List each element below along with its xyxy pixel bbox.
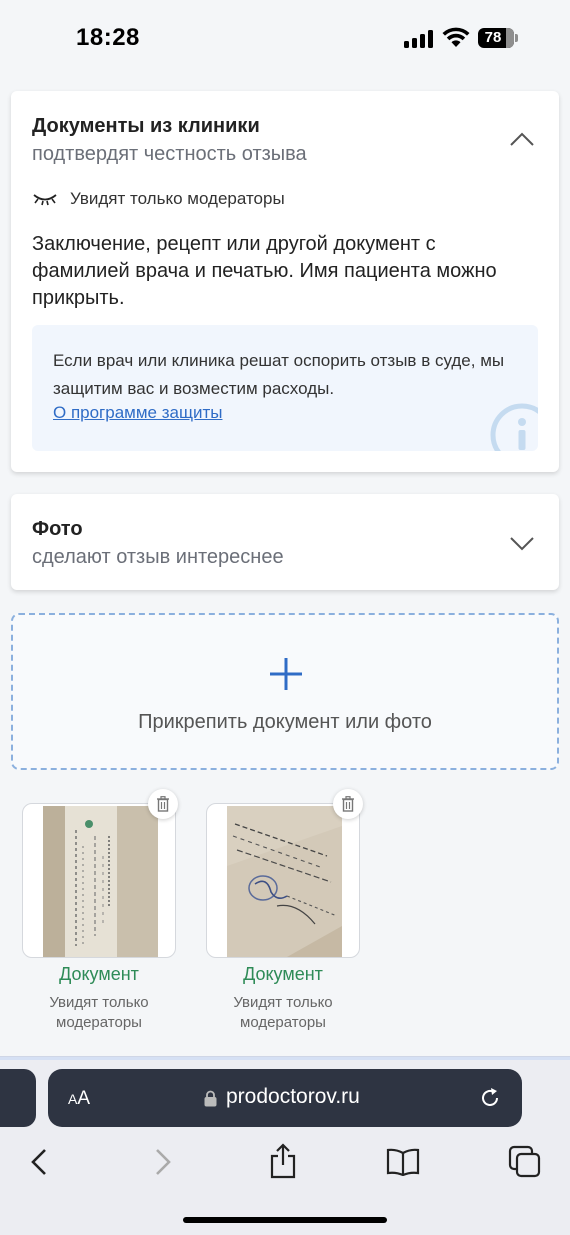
document-photo bbox=[43, 806, 158, 957]
status-time: 18:28 bbox=[76, 24, 140, 51]
documents-description: Заключение, рецепт или другой документ с… bbox=[32, 233, 497, 309]
delete-attachment-button[interactable] bbox=[333, 789, 363, 819]
attachment-thumbnail[interactable] bbox=[206, 803, 360, 958]
bookmarks-icon[interactable] bbox=[386, 1148, 420, 1176]
attachment-type-label: Документ bbox=[243, 964, 323, 984]
attachment-type-label: Документ bbox=[59, 964, 139, 984]
attachment-visibility: Увидят только модераторы bbox=[49, 994, 149, 1031]
photo-card[interactable]: Фото сделают отзыв интереснее bbox=[11, 494, 559, 590]
trash-icon bbox=[342, 796, 354, 812]
attachment-visibility: Увидят только модераторы bbox=[233, 994, 333, 1031]
attach-file-label: Прикрепить документ или фото bbox=[138, 711, 432, 733]
home-indicator bbox=[183, 1217, 387, 1223]
photo-card-subtitle: сделают отзыв интереснее bbox=[32, 546, 284, 568]
attachment-caption: Документ Увидят только модераторы bbox=[22, 964, 176, 1033]
info-icon bbox=[490, 403, 538, 451]
attachment-thumbnail[interactable] bbox=[22, 803, 176, 958]
chevron-down-icon[interactable] bbox=[509, 536, 535, 552]
delete-attachment-button[interactable] bbox=[148, 789, 178, 819]
attach-file-button[interactable]: Прикрепить документ или фото bbox=[11, 613, 559, 770]
battery-level: 78 bbox=[484, 29, 502, 46]
protection-info-text: Если врач или клиника решат оспорить отз… bbox=[53, 351, 505, 398]
reload-icon[interactable] bbox=[478, 1086, 502, 1110]
attachment-caption: Документ Увидят только модераторы bbox=[206, 964, 360, 1033]
documents-card-subtitle: подтвердят честность отзыва bbox=[32, 143, 307, 165]
back-icon[interactable] bbox=[28, 1147, 50, 1177]
documents-card-title: Документы из клиники bbox=[32, 115, 260, 137]
address-bar[interactable]: AA prodoctorov.ru bbox=[48, 1069, 522, 1127]
reader-settings-button[interactable]: AA bbox=[68, 1088, 90, 1110]
plus-icon bbox=[270, 658, 302, 690]
address-url: prodoctorov.ru bbox=[226, 1085, 360, 1108]
lock-icon bbox=[204, 1090, 217, 1107]
documents-card: Документы из клиники подтвердят честност… bbox=[11, 91, 559, 472]
protection-program-link[interactable]: О программе защиты bbox=[53, 403, 222, 423]
closed-eye-icon bbox=[33, 194, 57, 206]
trash-icon bbox=[157, 796, 169, 812]
chevron-up-icon[interactable] bbox=[509, 131, 535, 147]
browser-toolbar: AA prodoctorov.ru bbox=[0, 1056, 570, 1235]
photo-card-title: Фото bbox=[32, 518, 83, 540]
forward-icon[interactable] bbox=[152, 1147, 174, 1177]
wifi-icon bbox=[442, 27, 470, 47]
visibility-note: Увидят только модераторы bbox=[32, 189, 285, 209]
document-photo bbox=[227, 806, 342, 957]
previous-tab-peek[interactable] bbox=[0, 1069, 36, 1127]
share-icon[interactable] bbox=[268, 1143, 298, 1179]
visibility-note-text: Увидят только модераторы bbox=[70, 189, 285, 208]
cellular-signal-icon bbox=[404, 30, 434, 48]
battery-icon: 78 bbox=[478, 28, 518, 48]
status-bar: 18:28 78 bbox=[0, 0, 570, 80]
protection-info-box: Если врач или клиника решат оспорить отз… bbox=[32, 325, 538, 451]
tabs-icon[interactable] bbox=[508, 1145, 542, 1179]
